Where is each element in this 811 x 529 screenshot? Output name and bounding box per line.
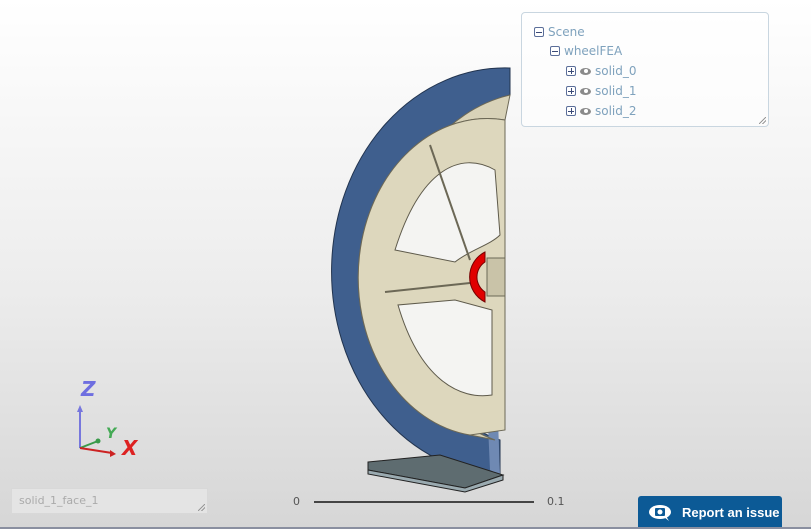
tree-node-solid-1[interactable]: solid_1	[566, 84, 637, 98]
report-issue-label: Report an issue	[682, 505, 780, 520]
axis-x-label: X	[120, 436, 139, 460]
tree-node-scene[interactable]: Scene	[534, 25, 585, 39]
report-issue-button[interactable]: Report an issue	[638, 496, 782, 529]
tree-node-solid-0[interactable]: solid_0	[566, 64, 637, 78]
tree-node-model[interactable]: wheelFEA	[550, 44, 622, 58]
scene-tree-panel: Scene wheelFEA solid_0 solid_1 solid_2	[521, 12, 769, 127]
selection-field[interactable]: solid_1_face_1	[11, 488, 208, 514]
scale-min-label: 0	[293, 495, 300, 508]
eye-icon[interactable]	[580, 67, 591, 75]
expand-icon[interactable]	[566, 86, 576, 96]
eye-icon[interactable]	[580, 107, 591, 115]
tree-node-label[interactable]: solid_2	[595, 104, 637, 118]
axis-triad: Z Y X	[77, 377, 139, 460]
resize-handle-icon[interactable]	[198, 504, 205, 511]
selection-value: solid_1_face_1	[19, 494, 99, 507]
axis-z-label: Z	[80, 377, 96, 401]
axis-y-label: Y	[106, 426, 118, 442]
expand-icon[interactable]	[566, 66, 576, 76]
tree-node-label[interactable]: Scene	[548, 25, 585, 39]
tree-node-label[interactable]: wheelFEA	[564, 44, 622, 58]
wheel-model	[331, 67, 511, 493]
camera-icon	[649, 504, 671, 521]
expand-icon[interactable]	[566, 106, 576, 116]
collapse-icon[interactable]	[550, 46, 560, 56]
scale-max-label: 0.1	[547, 495, 565, 508]
tree-node-solid-2[interactable]: solid_2	[566, 104, 637, 118]
tree-node-label[interactable]: solid_1	[595, 84, 637, 98]
tree-node-label[interactable]: solid_0	[595, 64, 637, 78]
scale-bar: 0 0.1	[290, 494, 570, 510]
eye-icon[interactable]	[580, 87, 591, 95]
resize-handle-icon[interactable]	[759, 117, 766, 124]
collapse-icon[interactable]	[534, 27, 544, 37]
scale-line	[314, 501, 534, 503]
